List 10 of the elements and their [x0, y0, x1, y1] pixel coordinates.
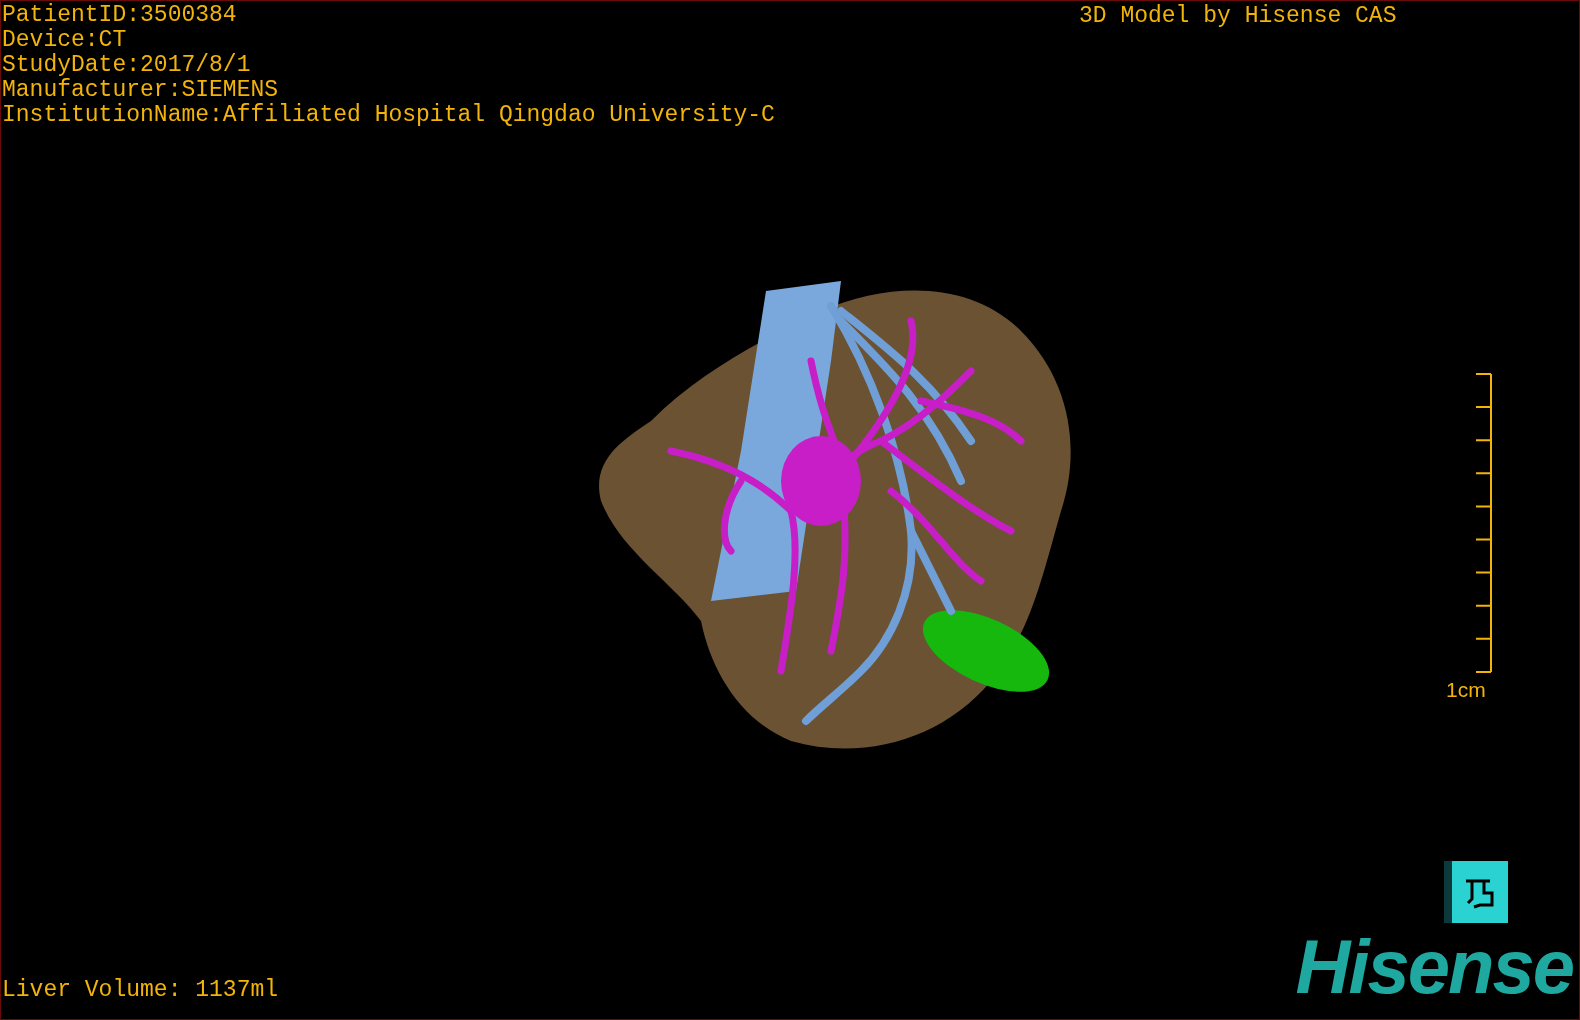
patient-info-text: Manufacturer:SIEMENS [2, 78, 280, 103]
orientation-cube-icon[interactable] [1444, 861, 1508, 923]
scale-label: 1cm [1446, 677, 1486, 703]
liver-volume-text: Liver Volume: 1137ml [2, 978, 279, 1003]
logo-text: Hisense [1295, 929, 1573, 1005]
model-title: 3D Model by Hisense CAS [1079, 4, 1397, 29]
patient-info-text: StudyDate:2017/8/1 [2, 53, 252, 78]
patient-info-text: Device:CT [2, 28, 128, 53]
patient-info-text: PatientID:3500384 [2, 3, 238, 28]
patient-info-text: InstitutionName:Affiliated Hospital Qingdao University-C [2, 103, 775, 128]
